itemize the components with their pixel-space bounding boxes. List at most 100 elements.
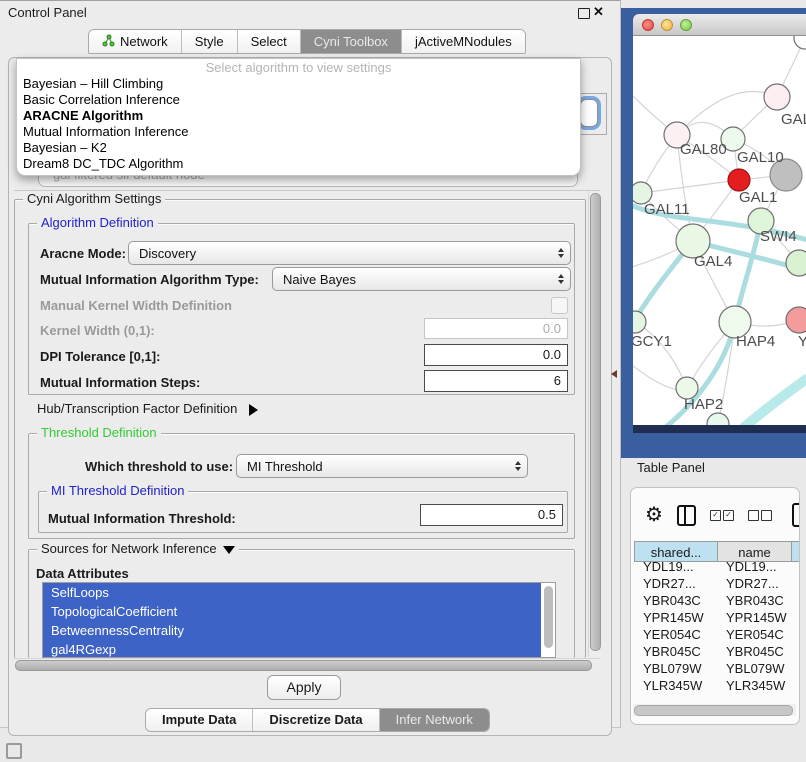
sources-group-title[interactable]: Sources for Network Inference [37, 541, 239, 556]
aracne-mode-select[interactable]: Discovery [128, 241, 571, 265]
cell[interactable]: YPR145W [717, 609, 791, 626]
network-canvas[interactable]: GAL GAL80 GAL10 GAL1 GAL11 SWI4 GAL4 GCY… [633, 36, 806, 425]
table-scroll-thumb[interactable] [634, 705, 793, 716]
split-pane-icon[interactable] [677, 505, 696, 526]
cell[interactable]: YLR345W [717, 677, 791, 694]
dropdown-item[interactable]: Bayesian – K2 [17, 140, 580, 156]
gear-icon[interactable]: ⚙ [645, 505, 663, 525]
cell[interactable]: 9. [791, 643, 800, 660]
deselect-all-checkboxes-icon[interactable] [748, 510, 772, 521]
dropdown-item[interactable]: Bayesian – Hill Climbing [17, 76, 580, 92]
table-row[interactable]: YPR145W YPR145W 9. [634, 609, 800, 626]
zoom-traffic-light-icon[interactable] [680, 19, 692, 31]
document-icon[interactable] [792, 503, 800, 527]
tab-impute-data[interactable]: Impute Data [146, 709, 253, 731]
tab-infer-network[interactable]: Infer Network [380, 709, 489, 731]
table-row[interactable]: YDR27... YDR27... 12 [634, 575, 800, 592]
cell[interactable]: YDR27... [717, 575, 791, 592]
close-traffic-light-icon[interactable] [642, 19, 654, 31]
corner-widget[interactable] [6, 743, 22, 759]
tab-cyni-toolbox[interactable]: Cyni Toolbox [301, 30, 402, 53]
mi-type-select[interactable]: Naive Bayes [272, 267, 571, 291]
cell[interactable]: YDL19... [717, 558, 791, 575]
cell[interactable]: YBR043C [717, 592, 791, 609]
tab-discretize-data[interactable]: Discretize Data [253, 709, 379, 731]
cell[interactable]: 13 [791, 558, 800, 575]
mi-threshold-field[interactable]: 0.5 [420, 504, 563, 526]
minimize-traffic-light-icon[interactable] [661, 19, 673, 31]
table-row[interactable]: YBL079W YBL079W [634, 660, 800, 677]
cell[interactable]: 9. [791, 677, 800, 694]
table-horizontal-scrollbar[interactable] [633, 704, 796, 716]
network-node-salmon[interactable] [786, 307, 806, 333]
cell[interactable]: YER054C [634, 626, 717, 643]
cell[interactable]: 8. [791, 626, 800, 643]
cell[interactable]: YLR345W [634, 677, 717, 694]
network-desktop-background: GAL GAL80 GAL10 GAL1 GAL11 SWI4 GAL4 GCY… [621, 8, 806, 458]
kernel-width-field[interactable]: 0.0 [424, 318, 568, 339]
close-icon[interactable]: ✕ [593, 4, 604, 20]
cell[interactable]: 9. [791, 609, 800, 626]
cell[interactable]: YBR045C [717, 643, 791, 660]
network-node[interactable] [794, 36, 806, 49]
network-node-gcy1[interactable] [633, 311, 646, 333]
tab-jactive-label: jActiveMNodules [415, 34, 512, 49]
dropdown-prompt: Select algorithm to view settings [17, 60, 580, 76]
mi-steps-field[interactable]: 6 [424, 370, 568, 392]
tab-jactivemnodules[interactable]: jActiveMNodules [402, 30, 525, 53]
network-icon [102, 34, 115, 50]
table-row[interactable]: YBR045C YBR045C 9. [634, 643, 800, 660]
dropdown-item-selected[interactable]: ARACNE Algorithm [17, 108, 580, 124]
hub-definition-expander[interactable]: Hub/Transcription Factor Definition [37, 401, 258, 416]
network-node-gal[interactable] [764, 84, 790, 110]
cell[interactable]: YBL079W [717, 660, 791, 677]
apply-button[interactable]: Apply [267, 675, 341, 700]
data-attributes-list[interactable]: SelfLoops TopologicalCoefficient Between… [42, 582, 556, 658]
table-row[interactable]: YER054C YER054C 8. [634, 626, 800, 643]
table-panel: ⚙ ✓✓ shared... name YDL19... YDL19... 13 [630, 487, 800, 725]
tab-select[interactable]: Select [238, 30, 301, 53]
list-item[interactable]: gal4RGexp [43, 640, 541, 658]
node-label-gal1: GAL1 [739, 189, 777, 206]
tab-style[interactable]: Style [182, 30, 238, 53]
cell[interactable]: YER054C [717, 626, 791, 643]
manual-kernel-checkbox[interactable] [551, 297, 568, 314]
dropdown-item[interactable]: Basic Correlation Inference [17, 92, 580, 108]
table-row[interactable]: YLR345W YLR345W 9. [634, 677, 800, 694]
cell[interactable]: YBR045C [634, 643, 717, 660]
settings-horizontal-scrollbar[interactable] [13, 658, 600, 671]
list-item[interactable]: BetweennessCentrality [43, 621, 541, 640]
cell[interactable]: YBL079W [634, 660, 717, 677]
network-node[interactable] [707, 413, 729, 425]
list-item[interactable]: SelfLoops [43, 583, 541, 602]
cell[interactable]: YDR27... [634, 575, 717, 592]
settings-vertical-scrollbar[interactable] [588, 191, 601, 657]
network-window-titlebar[interactable] [633, 14, 806, 36]
list-item[interactable]: TopologicalCoefficient [43, 602, 541, 621]
panel-splitter-handle[interactable] [611, 370, 617, 378]
horizontal-scroll-thumb[interactable] [15, 660, 592, 671]
cell[interactable]: YDL19... [634, 558, 717, 575]
select-all-checkboxes-icon[interactable]: ✓✓ [710, 510, 734, 521]
cell[interactable]: YPR145W [634, 609, 717, 626]
which-threshold-select[interactable]: MI Threshold [236, 454, 528, 478]
table-row[interactable]: YBR043C YBR043C [634, 592, 800, 609]
network-node-gal1[interactable] [728, 169, 750, 191]
tab-network-label: Network [120, 34, 168, 49]
cell[interactable] [791, 660, 800, 677]
network-node[interactable] [786, 250, 806, 276]
float-window-icon[interactable] [578, 8, 590, 19]
dpi-tolerance-field[interactable]: 0.0 [424, 344, 568, 366]
list-scrollbar[interactable] [544, 586, 553, 648]
cell[interactable] [791, 592, 800, 609]
cell[interactable]: YBR043C [634, 592, 717, 609]
cell[interactable]: 12 [791, 575, 800, 592]
table-panel-title: Table Panel [637, 460, 705, 475]
table-row[interactable]: YDL19... YDL19... 13 [634, 558, 800, 575]
focused-small-button[interactable] [580, 99, 598, 127]
dropdown-item[interactable]: Dream8 DC_TDC Algorithm [17, 156, 580, 172]
dropdown-item[interactable]: Mutual Information Inference [17, 124, 580, 140]
tab-network[interactable]: Network [89, 30, 182, 53]
vertical-scroll-thumb[interactable] [590, 193, 601, 651]
manual-kernel-label: Manual Kernel Width Definition [40, 298, 232, 313]
